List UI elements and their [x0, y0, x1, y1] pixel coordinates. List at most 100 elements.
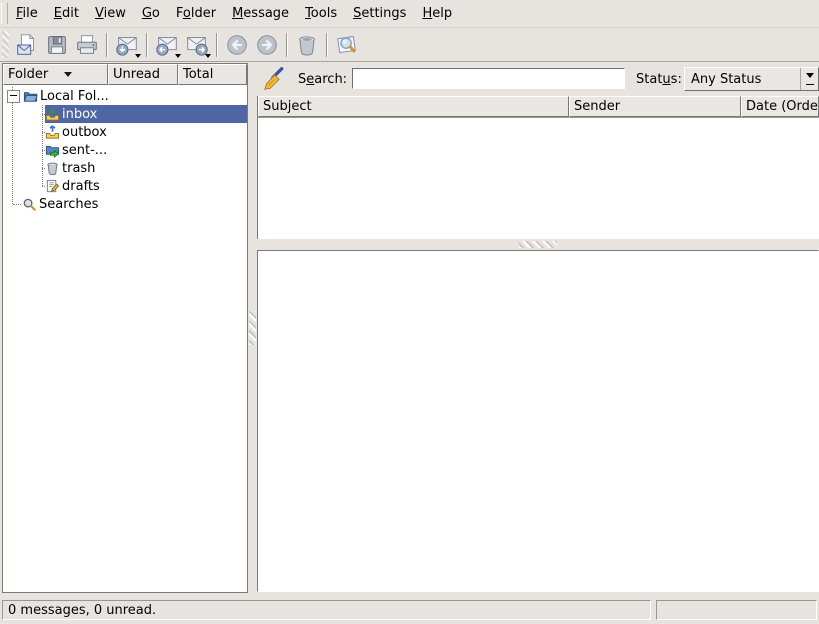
folder-row-main[interactable]: drafts	[45, 177, 247, 195]
combo-arrow-bar	[806, 84, 814, 85]
search-input[interactable]	[352, 68, 625, 89]
save-button[interactable]	[42, 30, 72, 60]
folder-tree: Local Fol... inbox outboxsent-... trash draf…	[3, 85, 247, 592]
folder-item-sent[interactable]: sent-...	[3, 141, 247, 159]
folder-label: Local Fol...	[40, 89, 109, 104]
column-label: Subject	[263, 99, 312, 114]
folder-item-outbox[interactable]: outbox	[3, 123, 247, 141]
combo-dropdown-button[interactable]	[800, 68, 818, 90]
new-message-icon	[14, 32, 40, 58]
statusbar-message-panel: 0 messages, 0 unread.	[2, 600, 651, 620]
horizontal-splitter[interactable]	[257, 239, 819, 250]
menu-tools[interactable]: Tools	[297, 2, 345, 25]
toolbar-separator	[326, 33, 328, 57]
chevron-down-icon	[806, 73, 814, 82]
menubar: FileEditViewGoFolderMessageToolsSettings…	[0, 0, 819, 28]
column-header-subject[interactable]: Subject	[258, 96, 569, 117]
toolbar-drag-handle[interactable]	[2, 31, 9, 58]
reply-button[interactable]	[152, 30, 182, 60]
message-list: Subject Sender Date (Order o	[257, 96, 819, 239]
clear-search-button[interactable]	[261, 64, 289, 92]
folder-row-main[interactable]: trash	[45, 159, 247, 177]
message-list-body	[258, 117, 819, 239]
column-header-sender[interactable]: Sender	[569, 96, 741, 117]
menu-go[interactable]: Go	[134, 2, 168, 25]
menu-settings[interactable]: Settings	[345, 2, 414, 25]
folder-row-main[interactable]: Local Fol...	[23, 87, 247, 105]
folder-row-main[interactable]: Searches	[22, 195, 247, 213]
search-folder-icon	[22, 197, 37, 212]
column-header-folder[interactable]: Folder	[3, 64, 108, 85]
status-combo-value: Any Status	[685, 72, 800, 87]
column-label: Unread	[113, 67, 160, 82]
save-icon	[44, 32, 70, 58]
folder-row-main[interactable]: inbox	[45, 105, 247, 123]
new-message-button[interactable]	[12, 30, 42, 60]
folder-item-trash[interactable]: trash	[3, 159, 247, 177]
folder-item-local-fol[interactable]: Local Fol...	[3, 87, 247, 105]
sent-folder-icon	[45, 143, 60, 158]
status-label: Status:	[636, 72, 682, 87]
dropdown-arrow-icon[interactable]	[135, 54, 141, 61]
splitter-grip	[519, 241, 557, 248]
trash-button[interactable]	[292, 30, 322, 60]
folder-row-main[interactable]: sent-...	[45, 141, 247, 159]
folder-label: inbox	[62, 107, 97, 122]
dropdown-arrow-icon[interactable]	[205, 54, 211, 61]
column-label: Sender	[574, 99, 620, 114]
drafts-icon	[45, 179, 60, 194]
sort-down-icon	[64, 72, 72, 81]
folder-label: drafts	[62, 179, 100, 194]
menu-message[interactable]: Message	[224, 2, 297, 25]
splitter-grip	[249, 311, 256, 345]
folder-item-inbox[interactable]: inbox	[3, 105, 247, 123]
menu-edit[interactable]: Edit	[46, 2, 87, 25]
statusbar-message: 0 messages, 0 unread.	[8, 603, 156, 618]
menu-file[interactable]: File	[8, 2, 46, 25]
column-header-date-order-o[interactable]: Date (Order o	[741, 96, 819, 117]
trash-folder-icon	[45, 161, 60, 176]
toolbar-separator	[216, 33, 218, 57]
column-label: Folder	[8, 67, 48, 82]
folder-label: trash	[62, 161, 95, 176]
print-button[interactable]	[72, 30, 102, 60]
column-label: Date (Order o	[746, 99, 819, 114]
forward-button[interactable]	[182, 30, 212, 60]
folder-label: outbox	[62, 125, 107, 140]
open-folder-icon	[23, 89, 38, 104]
menu-view[interactable]: View	[87, 2, 134, 25]
back-button[interactable]	[222, 30, 252, 60]
print-icon	[74, 32, 100, 58]
find-messages-icon	[334, 32, 360, 58]
menubar-drag-handle[interactable]	[1, 3, 8, 24]
trash-icon	[294, 32, 320, 58]
find-messages-button[interactable]	[332, 30, 362, 60]
forward-nav-button[interactable]	[252, 30, 282, 60]
dropdown-arrow-icon[interactable]	[175, 54, 181, 61]
message-preview-pane	[257, 250, 819, 592]
menu-help[interactable]: Help	[414, 2, 460, 25]
search-label: Search:	[298, 72, 347, 87]
toolbar-separator	[286, 33, 288, 57]
inbox-icon	[45, 107, 60, 122]
outbox-icon	[45, 125, 60, 140]
column-header-total[interactable]: Total	[178, 64, 247, 85]
folder-row-main[interactable]: outbox	[45, 123, 247, 141]
menu-folder[interactable]: Folder	[168, 2, 224, 25]
column-header-unread[interactable]: Unread	[108, 64, 178, 85]
message-list-header: Subject Sender Date (Order o	[258, 96, 819, 117]
folder-label: Searches	[39, 197, 98, 212]
folder-item-searches[interactable]: Searches	[3, 195, 247, 213]
folder-panel: Folder Unread Total Local Fol... inbox outbo…	[2, 63, 248, 593]
folder-item-drafts[interactable]: drafts	[3, 177, 247, 195]
statusbar-right-panel	[656, 600, 817, 620]
check-mail-button[interactable]	[112, 30, 142, 60]
tree-expander-minus-icon[interactable]	[7, 90, 20, 103]
toolbar-separator	[106, 33, 108, 57]
back-icon	[224, 32, 250, 58]
status-filter-combobox[interactable]: Any Status	[684, 67, 819, 91]
column-label: Total	[183, 67, 213, 82]
broom-icon	[263, 66, 288, 91]
kmail-window: FileEditViewGoFolderMessageToolsSettings…	[0, 0, 819, 624]
vertical-splitter[interactable]	[248, 63, 257, 593]
